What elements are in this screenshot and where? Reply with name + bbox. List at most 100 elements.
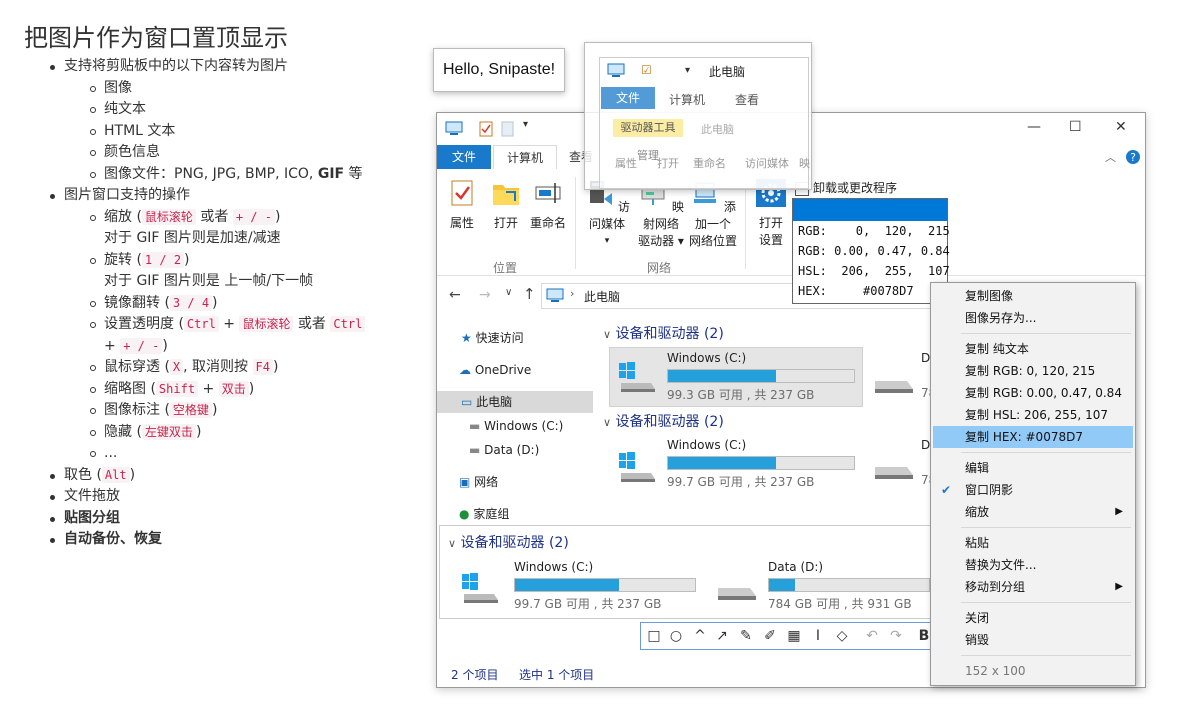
- check-mark-icon: ✔: [941, 483, 952, 497]
- list-item: 取色 (Alt): [46, 465, 365, 487]
- nav-quick-access[interactable]: ★ 快速访问: [461, 327, 524, 349]
- redo-icon[interactable]: ↷: [887, 627, 905, 645]
- chevron-down-icon: ▾: [685, 65, 691, 76]
- properties-button[interactable]: 属性: [447, 179, 477, 231]
- ellipse-tool-icon[interactable]: ○: [667, 627, 685, 645]
- menu-window-shadow[interactable]: ✔ 窗口阴影: [933, 479, 1133, 501]
- menu-move-to-group[interactable]: 移动到分组 ▶: [933, 576, 1133, 598]
- menu-save-image-as[interactable]: 图像另存为...: [933, 307, 1133, 329]
- menu-copy-text[interactable]: 复制 纯文本: [933, 338, 1133, 360]
- drive-name: Windows (C:): [667, 438, 747, 452]
- drive-free-space: 99.7 GB 可用 , 共 237 GB: [514, 597, 662, 611]
- chevron-up-icon[interactable]: ︿: [1105, 149, 1116, 165]
- menu-copy-image[interactable]: 复制图像: [933, 285, 1133, 307]
- menu-copy-hsl[interactable]: 复制 HSL: 206, 255, 107: [933, 404, 1133, 426]
- snip-title-ghost: 此电脑: [701, 123, 734, 136]
- collapse-chevron-icon: ∨: [603, 416, 612, 429]
- list-item-note: 对于 GIF 图片则是 上一帧/下一帧: [104, 273, 314, 289]
- drive-icon: ▬: [469, 443, 481, 457]
- back-arrow-icon[interactable]: ←: [449, 287, 461, 303]
- translucent-snip[interactable]: ☑ ▾ 此电脑 文件 计算机 查看 驱动器工具 管理 此电脑 属性 打开 重命名…: [584, 42, 812, 190]
- computer-icon: [607, 63, 625, 77]
- computer-icon: ▭: [461, 395, 473, 409]
- list-item-note: 对于 GIF 图片则是加速/减速: [104, 230, 281, 246]
- tab-file[interactable]: 文件: [437, 145, 491, 169]
- drive-name: Data (D:): [768, 560, 824, 574]
- list-item: 图像: [46, 78, 365, 100]
- recent-chevron-icon[interactable]: ∨: [505, 287, 512, 298]
- menu-edit[interactable]: 编辑: [933, 457, 1133, 479]
- nav-onedrive[interactable]: ☁ OneDrive: [459, 359, 531, 381]
- arrow-tool-icon[interactable]: ↗: [713, 627, 731, 645]
- close-icon[interactable]: ✕: [1115, 119, 1127, 135]
- chevron-down-icon[interactable]: ▾: [523, 119, 528, 130]
- color-hex: HEX: #0078D7: [798, 284, 914, 298]
- blank-page-icon: [501, 121, 514, 137]
- nav-network[interactable]: ▣ 网络: [459, 471, 498, 493]
- list-item: 图像标注 (空格键): [46, 400, 365, 422]
- list-item: 隐藏 (左键双击): [46, 422, 365, 444]
- up-arrow-icon[interactable]: ↑: [523, 285, 536, 303]
- menu-replace-with-file[interactable]: 替换为文件...: [933, 554, 1133, 576]
- color-info-snip[interactable]: RGB: 0, 120, 215 RGB: 0.00, 0.47, 0.84 H…: [792, 198, 950, 304]
- mosaic-tool-icon[interactable]: ▦: [785, 627, 803, 645]
- context-menu: 复制图像 图像另存为... 复制 纯文本 复制 RGB: 0, 120, 215…: [930, 282, 1136, 686]
- section-devices-header[interactable]: ∨ 设备和驱动器 (2): [448, 532, 569, 552]
- shortcut-key: 鼠标滚轮: [239, 316, 294, 332]
- eraser-tool-icon[interactable]: ◇: [833, 627, 851, 645]
- help-icon[interactable]: ?: [1125, 149, 1141, 165]
- nav-data-d[interactable]: ▬ Data (D:): [469, 439, 539, 461]
- rename-icon: [535, 183, 561, 203]
- list-item: 自动备份、恢复: [46, 529, 365, 551]
- menu-zoom[interactable]: 缩放 ▶: [933, 501, 1133, 523]
- shortcut-key: 空格键: [169, 402, 212, 418]
- checkbox-icon: ☑: [641, 63, 652, 77]
- menu-destroy[interactable]: 销毁: [933, 629, 1133, 651]
- annotation-toolbar: □ ○ ^ ↗ ✎ ✐ ▦ I ◇ ↶ ↷ B: [640, 622, 938, 650]
- tab-computer[interactable]: 计算机: [493, 145, 557, 170]
- rectangle-tool-icon[interactable]: □: [645, 627, 663, 645]
- nav-this-pc[interactable]: ▭ 此电脑: [437, 391, 593, 413]
- text-snip[interactable]: Hello, Snipaste!: [433, 48, 565, 92]
- list-item: 图像文件：PNG, JPG, BMP, ICO, GIF 等: [46, 164, 365, 186]
- open-button[interactable]: 打开: [489, 179, 523, 231]
- star-icon: ★: [461, 331, 472, 345]
- folder-icon: [493, 185, 519, 205]
- menu-copy-rgb-float[interactable]: 复制 RGB: 0.00, 0.47, 0.84: [933, 382, 1133, 404]
- drive-icon: ▬: [469, 419, 481, 433]
- polyline-tool-icon[interactable]: ^: [691, 627, 709, 645]
- shortcut-key: Alt: [101, 466, 130, 483]
- navigation-pane: ★ 快速访问 ☁ OneDrive ▭ 此电脑 ▬ Windows (C:) ▬…: [437, 317, 597, 527]
- snip-tab-computer: 计算机: [669, 93, 706, 107]
- menu-image-size: 152 x 100: [965, 664, 1026, 678]
- drive-usage-bar: [667, 456, 855, 470]
- list-item: 鼠标穿透 (X, 取消则按 F4): [46, 357, 365, 379]
- rename-button[interactable]: 重命名: [527, 179, 569, 231]
- collapse-chevron-icon: ∨: [603, 328, 612, 341]
- list-item: 颜色信息: [46, 142, 365, 164]
- drive-usage-bar: [667, 369, 855, 383]
- list-item: 缩放 (鼠标滚轮 或者 + / -): [46, 207, 365, 229]
- forward-arrow-icon[interactable]: →: [479, 287, 491, 303]
- nav-windows-c[interactable]: ▬ Windows (C:): [469, 415, 563, 437]
- menu-close[interactable]: 关闭: [933, 607, 1133, 629]
- pencil-tool-icon[interactable]: ✎: [737, 627, 755, 645]
- undo-icon[interactable]: ↶: [863, 627, 881, 645]
- minimize-icon[interactable]: —: [1027, 119, 1041, 135]
- text-tool-icon[interactable]: I: [809, 627, 827, 645]
- shortcut-key: 双击: [218, 380, 249, 397]
- list-item: 镜像翻转 (3 / 4): [46, 293, 365, 315]
- marker-tool-icon[interactable]: ✐: [761, 627, 779, 645]
- list-item: 文件拖放: [46, 486, 365, 508]
- section-devices-header[interactable]: ∨ 设备和驱动器 (2): [603, 323, 724, 343]
- nav-homegroup[interactable]: ● 家庭组: [459, 503, 509, 525]
- shortcut-key: + / -: [232, 208, 275, 225]
- list-item: 纯文本: [46, 99, 365, 121]
- menu-copy-hex[interactable]: 复制 HEX: #0078D7: [933, 426, 1133, 448]
- inner-snip-devices[interactable]: ∨ 设备和驱动器 (2) Windows (C:) 99.7 GB 可用 , 共…: [439, 525, 937, 619]
- list-item: 旋转 (1 / 2): [46, 250, 365, 272]
- menu-copy-rgb[interactable]: 复制 RGB: 0, 120, 215: [933, 360, 1133, 382]
- menu-paste[interactable]: 粘贴: [933, 532, 1133, 554]
- section-devices-header[interactable]: ∨ 设备和驱动器 (2): [603, 411, 724, 431]
- maximize-icon[interactable]: ☐: [1069, 119, 1082, 135]
